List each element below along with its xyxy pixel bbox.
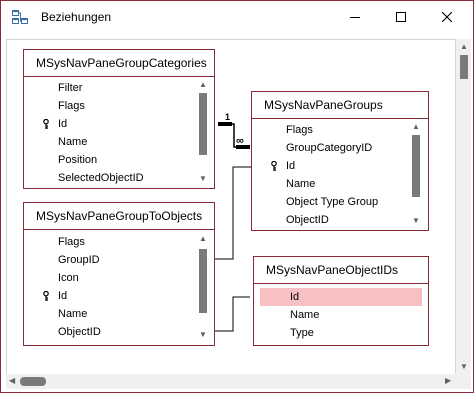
field-label: Id bbox=[290, 291, 300, 303]
key-icon bbox=[43, 119, 49, 129]
field-label: Flags bbox=[58, 236, 85, 248]
table-header-divider bbox=[24, 229, 214, 230]
table-scrollbar[interactable]: ▲ ▼ bbox=[197, 233, 209, 341]
field-row[interactable]: Position bbox=[30, 151, 194, 169]
scroll-up-icon[interactable]: ▲ bbox=[412, 123, 420, 131]
field-label: Name bbox=[290, 309, 320, 321]
field-label: Id bbox=[58, 290, 68, 302]
key-icon bbox=[43, 291, 49, 301]
field-row[interactable]: Icon bbox=[30, 269, 194, 287]
field-row[interactable]: GroupCategoryID bbox=[258, 139, 408, 157]
field-row[interactable]: Id bbox=[258, 157, 408, 175]
field-row[interactable]: Type bbox=[260, 324, 422, 342]
scroll-down-icon[interactable]: ▼ bbox=[412, 217, 420, 225]
field-row[interactable]: Name bbox=[260, 306, 422, 324]
field-label: Filter bbox=[58, 82, 83, 94]
field-row[interactable]: Flags bbox=[258, 121, 408, 139]
table-title: MSysNavPaneGroupCategories bbox=[36, 56, 207, 70]
field-row[interactable]: Flags bbox=[30, 97, 194, 115]
table-title: MSysNavPaneObjectIDs bbox=[266, 263, 399, 277]
table-scrollbar[interactable]: ▲ ▼ bbox=[197, 79, 209, 185]
field-row[interactable]: Filter bbox=[30, 79, 194, 97]
field-label: SelectedObjectID bbox=[58, 172, 144, 184]
scroll-right-icon[interactable]: ▶ bbox=[445, 377, 451, 385]
relationship-one-label: 1 bbox=[225, 112, 230, 122]
field-row[interactable]: ObjectID bbox=[258, 211, 408, 229]
vertical-scrollbar[interactable]: ▲ ▼ bbox=[456, 39, 471, 375]
scroll-thumb[interactable] bbox=[20, 377, 46, 386]
field-label: ObjectID bbox=[58, 326, 101, 338]
relationship-many-label: ∞ bbox=[236, 135, 244, 147]
field-label: ObjectID bbox=[286, 214, 329, 226]
field-label: Object Type Group bbox=[286, 196, 379, 208]
field-row[interactable]: Id bbox=[30, 115, 194, 133]
horizontal-scrollbar[interactable]: ◀ ▶ bbox=[6, 374, 456, 389]
scrollbar-corner bbox=[456, 374, 471, 389]
scroll-down-icon[interactable]: ▼ bbox=[460, 363, 468, 371]
field-row[interactable]: GroupID bbox=[30, 251, 194, 269]
field-label: Flags bbox=[286, 124, 313, 136]
scroll-up-icon[interactable]: ▲ bbox=[199, 81, 207, 89]
table-title: MSysNavPaneGroups bbox=[264, 98, 383, 112]
relationship-line-categories-groups[interactable] bbox=[218, 123, 250, 148]
field-row[interactable]: Name bbox=[30, 133, 194, 151]
scroll-left-icon[interactable]: ◀ bbox=[9, 377, 15, 385]
scroll-thumb[interactable] bbox=[412, 135, 420, 197]
scroll-up-icon[interactable]: ▲ bbox=[199, 235, 207, 243]
relationships-window: Beziehungen 1 ∞ MSysNavPaneGroupCategori… bbox=[0, 0, 474, 393]
field-label: Id bbox=[286, 160, 296, 172]
scroll-down-icon[interactable]: ▼ bbox=[199, 175, 207, 183]
scroll-thumb[interactable] bbox=[460, 55, 468, 79]
table-msysnavpanegrouptoobjects[interactable]: MSysNavPaneGroupToObjects Flags GroupID … bbox=[23, 202, 215, 346]
field-row[interactable]: Name bbox=[258, 175, 408, 193]
scroll-up-icon[interactable]: ▲ bbox=[460, 43, 468, 51]
field-label: Flags bbox=[58, 100, 85, 112]
table-msysnavpanegroupcategories[interactable]: MSysNavPaneGroupCategories Filter Flags … bbox=[23, 49, 215, 189]
field-row[interactable]: Object Type Group bbox=[258, 193, 408, 211]
relationship-line-grouptoobjects-objectids[interactable] bbox=[215, 296, 250, 332]
scroll-thumb[interactable] bbox=[199, 93, 207, 155]
table-title: MSysNavPaneGroupToObjects bbox=[36, 209, 203, 223]
field-row[interactable]: Id bbox=[30, 287, 194, 305]
field-label: Name bbox=[58, 308, 88, 320]
scroll-thumb[interactable] bbox=[199, 249, 207, 313]
field-row[interactable]: ObjectID bbox=[30, 323, 194, 341]
field-label: GroupID bbox=[58, 254, 100, 266]
field-label: GroupCategoryID bbox=[286, 142, 373, 154]
table-header-divider bbox=[252, 118, 428, 119]
field-row-selected[interactable]: Id bbox=[260, 288, 422, 306]
table-scrollbar[interactable]: ▲ ▼ bbox=[410, 121, 422, 227]
field-row[interactable]: Flags bbox=[30, 233, 194, 251]
field-label: Name bbox=[286, 178, 316, 190]
field-label: Position bbox=[58, 154, 98, 166]
table-msysnavpanegroups[interactable]: MSysNavPaneGroups Flags GroupCategoryID … bbox=[251, 91, 429, 231]
table-header-divider bbox=[24, 76, 214, 77]
table-msysnavpaneobjectids[interactable]: MSysNavPaneObjectIDs Id Name Type bbox=[253, 256, 429, 346]
field-row[interactable]: SelectedObjectID bbox=[30, 169, 194, 187]
field-label: Type bbox=[290, 327, 314, 339]
field-label: Id bbox=[58, 118, 68, 130]
table-header-divider bbox=[254, 283, 428, 284]
relationship-one-end bbox=[218, 122, 232, 126]
key-icon bbox=[271, 161, 277, 171]
relationship-line-grouptoobjects-groups[interactable] bbox=[215, 166, 251, 260]
field-label: Name bbox=[58, 136, 88, 148]
field-row[interactable]: Name bbox=[30, 305, 194, 323]
field-label: Icon bbox=[58, 272, 79, 284]
scroll-down-icon[interactable]: ▼ bbox=[199, 331, 207, 339]
